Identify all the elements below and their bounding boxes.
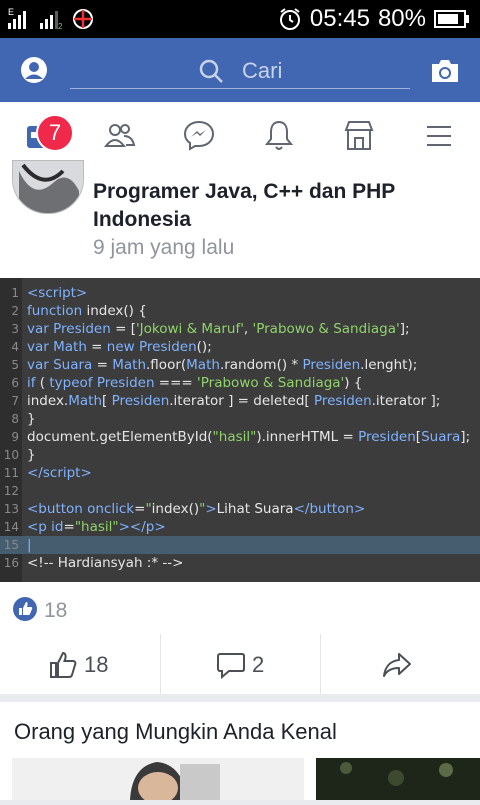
line-number: 10 [3, 448, 19, 462]
code-text: if ( typeof Presiden === 'Prabowo & Sand… [27, 375, 363, 391]
code-text: function index() { [27, 303, 147, 319]
thumbs-up-icon [50, 651, 77, 678]
code-line: 10} [0, 446, 480, 464]
reactions-count: 18 [44, 599, 68, 622]
line-number: 7 [11, 394, 19, 408]
line-number: 11 [3, 466, 19, 480]
code-text: <button onclick="index()">Lihat Suara</b… [27, 501, 366, 517]
line-number: 4 [11, 340, 19, 354]
search-placeholder: Cari [242, 58, 283, 83]
camera-icon[interactable] [430, 58, 460, 84]
page-avatar[interactable] [12, 160, 84, 214]
top-bar: Cari [0, 38, 480, 102]
code-text: <p id="hasil"></p> [27, 519, 166, 535]
share-button[interactable] [320, 634, 480, 694]
code-line: 1 <script> [0, 284, 480, 302]
suggestion-photo [12, 758, 304, 804]
code-text: document.getElementById("hasil").innerHT… [27, 429, 471, 445]
line-number: 16 [3, 556, 19, 570]
marketplace-icon[interactable] [341, 118, 377, 154]
svg-text:E: E [8, 7, 14, 17]
code-line: 7 index.Math[ Presiden.iterator ] = delet… [0, 392, 480, 410]
line-number: 13 [3, 502, 19, 516]
status-bar: E 2 05:45 80% [0, 0, 480, 38]
code-line: 5 var Suara = Math.floor(Math.random() * … [0, 356, 480, 374]
svg-text:2: 2 [58, 22, 63, 29]
line-number: 15 [3, 538, 19, 552]
suggestion-photo [316, 758, 480, 800]
code-text: } [27, 447, 36, 463]
post-actions: 18 2 [0, 634, 480, 694]
code-text: </script> [27, 465, 92, 481]
notification-badge: 7 [36, 114, 74, 152]
signal-icon: E [8, 7, 26, 29]
avatar-image [13, 161, 83, 213]
code-line: 4 var Math = new Presiden(); [0, 338, 480, 356]
line-number: 2 [11, 304, 19, 318]
suggestion-card[interactable] [316, 758, 480, 800]
post-author[interactable]: Programer Java, C++ dan PHP Indonesia [93, 178, 463, 234]
line-number: 1 [11, 286, 19, 300]
code-line: 13 <button onclick="index()">Lihat Suara<… [0, 500, 480, 518]
code-line: 11 </script> [0, 464, 480, 482]
comment-icon [217, 653, 245, 679]
profile-icon[interactable] [20, 56, 48, 84]
code-line: 15 | [0, 536, 480, 554]
post-image-code[interactable]: 1 <script> 2 function index() { 3 var Preside… [0, 278, 480, 582]
line-number: 14 [3, 520, 19, 534]
line-number: 12 [3, 484, 19, 498]
search-input[interactable]: Cari [70, 52, 410, 89]
code-text: } [27, 411, 36, 427]
reactions-summary[interactable]: 18 [0, 582, 480, 635]
like-reaction-icon [13, 597, 37, 621]
code-text: | [27, 537, 32, 553]
alarm-icon [279, 8, 300, 30]
clock: 05:45 [309, 5, 370, 32]
code-line: 14 <p id="hasil"></p> [0, 518, 480, 536]
search-icon [199, 59, 223, 83]
people-you-may-know: Orang yang Mungkin Anda Kenal [0, 702, 480, 804]
code-line: 9 document.getElementById("hasil").innerH… [0, 428, 480, 446]
signal-2-icon: 2 [40, 11, 63, 29]
share-icon [383, 653, 411, 677]
line-number: 8 [11, 412, 19, 426]
line-number: 9 [11, 430, 19, 444]
code-text: index.Math[ Presiden.iterator ] = delete… [27, 393, 441, 409]
code-line: 8} [0, 410, 480, 428]
post-header: Programer Java, C++ dan PHP Indonesia 9 … [0, 160, 480, 278]
code-text: var Presiden = ['Jokowi & Maruf', 'Prabo… [27, 321, 410, 337]
battery-percent: 80% [377, 5, 426, 32]
code-text: <script> [27, 285, 88, 301]
friends-icon[interactable] [102, 118, 138, 154]
code-line: 2 function index() { [0, 302, 480, 320]
code-text: <!-- Hardiansyah :* --> [27, 555, 184, 571]
code-line: 3 var Presiden = ['Jokowi & Maruf', 'Prab… [0, 320, 480, 338]
notifications-icon[interactable] [261, 118, 297, 154]
post-timestamp[interactable]: 9 jam yang lalu [93, 236, 234, 260]
code-line: 6 if ( typeof Presiden === 'Prabowo & San… [0, 374, 480, 392]
battery-icon [434, 10, 469, 28]
suggest-title: Orang yang Mungkin Anda Kenal [14, 719, 337, 744]
messenger-icon[interactable] [181, 118, 217, 154]
like-count: 18 [84, 652, 109, 677]
telkomsel-icon [73, 9, 93, 29]
code-line: 12 [0, 482, 480, 500]
code-line: 16 <!-- Hardiansyah :* --> [0, 554, 480, 572]
code-text: var Suara = Math.floor(Math.random() * P… [27, 357, 418, 373]
line-number: 5 [11, 358, 19, 372]
menu-icon[interactable] [421, 118, 457, 154]
code-text: var Math = new Presiden(); [27, 339, 212, 355]
comment-count: 2 [252, 652, 265, 677]
like-button[interactable]: 18 [0, 634, 160, 694]
line-number: 3 [11, 322, 19, 336]
comment-button[interactable]: 2 [160, 634, 320, 694]
line-number: 6 [11, 376, 19, 390]
suggestion-card[interactable] [12, 758, 304, 804]
